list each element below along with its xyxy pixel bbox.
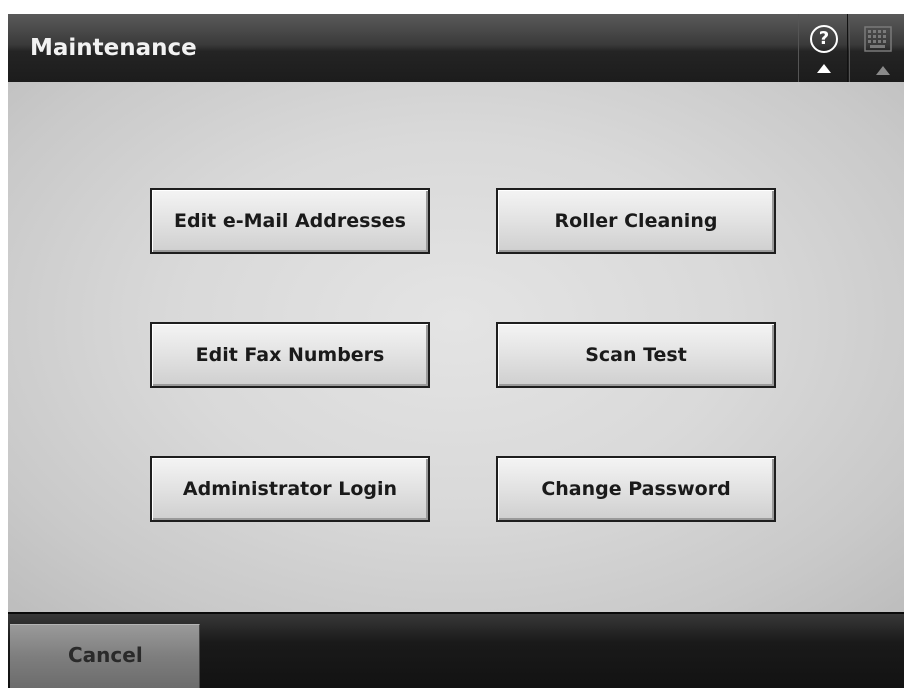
divider xyxy=(8,612,904,614)
keyboard-button[interactable] xyxy=(849,14,904,82)
title-bar: Maintenance ? xyxy=(8,14,904,82)
page-title: Maintenance xyxy=(30,35,197,61)
scan-test-button[interactable]: Scan Test xyxy=(496,322,776,388)
maintenance-screen: Maintenance ? Edit e-Mail Addresses Roll… xyxy=(8,14,904,688)
bottom-bar: Cancel xyxy=(8,612,904,688)
edit-fax-numbers-button[interactable]: Edit Fax Numbers xyxy=(150,322,430,388)
change-password-button[interactable]: Change Password xyxy=(496,456,776,522)
arrow-up-icon xyxy=(876,66,890,75)
edit-email-addresses-button[interactable]: Edit e-Mail Addresses xyxy=(150,188,430,254)
keyboard-icon xyxy=(864,26,892,52)
question-mark-circle-icon: ? xyxy=(810,25,838,53)
cancel-button[interactable]: Cancel xyxy=(10,624,200,688)
administrator-login-button[interactable]: Administrator Login xyxy=(150,456,430,522)
help-button[interactable]: ? xyxy=(798,14,848,82)
menu-panel: Edit e-Mail Addresses Roller Cleaning Ed… xyxy=(8,82,904,612)
roller-cleaning-button[interactable]: Roller Cleaning xyxy=(496,188,776,254)
arrow-up-icon xyxy=(817,64,831,73)
